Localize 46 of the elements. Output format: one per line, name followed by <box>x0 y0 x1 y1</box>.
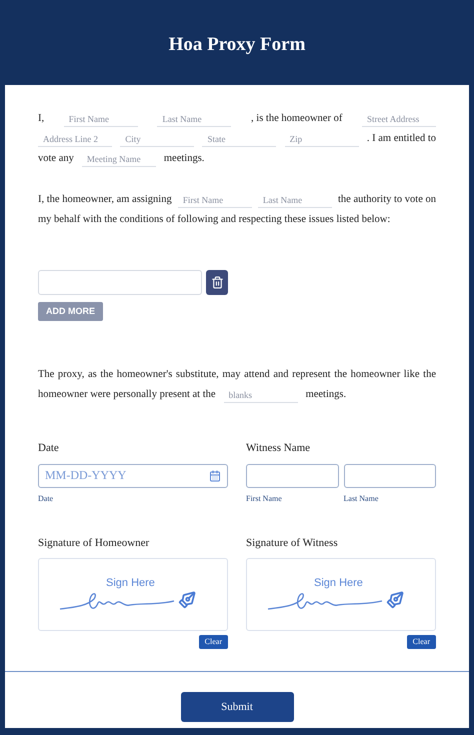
paragraph-text: meetings. <box>306 388 346 402</box>
field-label: Date <box>38 441 60 456</box>
pen-icon <box>386 590 404 608</box>
paragraph-text: The proxy, as the homeowner's substitute, may attend and represent the homeowner like the <box>38 368 436 382</box>
signature-pad[interactable]: Sign Here <box>246 558 436 631</box>
pen-icon <box>178 590 196 608</box>
paragraph-text: homeowner were personally present at the <box>38 388 216 402</box>
paragraph-text: , is the homeowner of <box>251 112 342 126</box>
paragraph-text: . I am entitled to <box>366 132 436 146</box>
signature-pad[interactable]: Sign Here <box>38 558 228 631</box>
date-field[interactable]: MM-DD-YYYY <box>38 464 228 488</box>
paragraph-text: meetings. <box>164 152 204 166</box>
paragraph-text: my behalf with the conditions of following and respecting these issues listed below: <box>38 213 392 227</box>
inline-field[interactable]: Last Name <box>157 112 232 126</box>
submit-button[interactable]: Submit <box>180 692 294 722</box>
inline-field[interactable]: First Name <box>64 112 138 126</box>
field-label: Signature of Witness <box>246 536 339 550</box>
form-title: Hoa Proxy Form <box>168 32 306 57</box>
clear-button[interactable]: Clear <box>198 635 228 649</box>
inline-field[interactable]: Street Address <box>362 112 436 126</box>
sign-here-text: Sign Here <box>314 576 363 590</box>
delete-button[interactable] <box>206 270 228 295</box>
inline-field[interactable]: Address Line 2 <box>38 132 112 146</box>
name-field[interactable] <box>246 464 338 488</box>
name-field[interactable] <box>344 464 436 488</box>
trash-icon <box>210 276 224 289</box>
field-sublabel: Date <box>38 492 54 504</box>
inline-field[interactable]: blanks <box>224 388 298 402</box>
field-sublabel: First Name <box>246 492 283 504</box>
paragraph-text: I, <box>38 112 44 126</box>
inline-field[interactable]: State <box>202 132 276 146</box>
clear-button[interactable]: Clear <box>406 635 436 649</box>
inline-field[interactable]: Meeting Name <box>82 152 156 166</box>
field-label: Signature of Homeowner <box>38 536 150 550</box>
paragraph-text: the authority to vote on <box>338 193 436 208</box>
inline-field[interactable]: Zip <box>284 132 359 146</box>
inline-field[interactable]: City <box>120 132 194 146</box>
inline-field[interactable]: First Name <box>178 192 252 208</box>
issue-field[interactable] <box>38 270 202 295</box>
inline-field[interactable]: Last Name <box>258 192 332 208</box>
paragraph-text: vote any <box>38 152 74 166</box>
field-label: Witness Name <box>246 441 312 456</box>
paragraph-text: I, the homeowner, am assigning <box>38 193 172 208</box>
sign-here-text: Sign Here <box>106 576 155 590</box>
field-sublabel: Last Name <box>344 492 380 504</box>
calendar-icon[interactable] <box>209 470 221 482</box>
